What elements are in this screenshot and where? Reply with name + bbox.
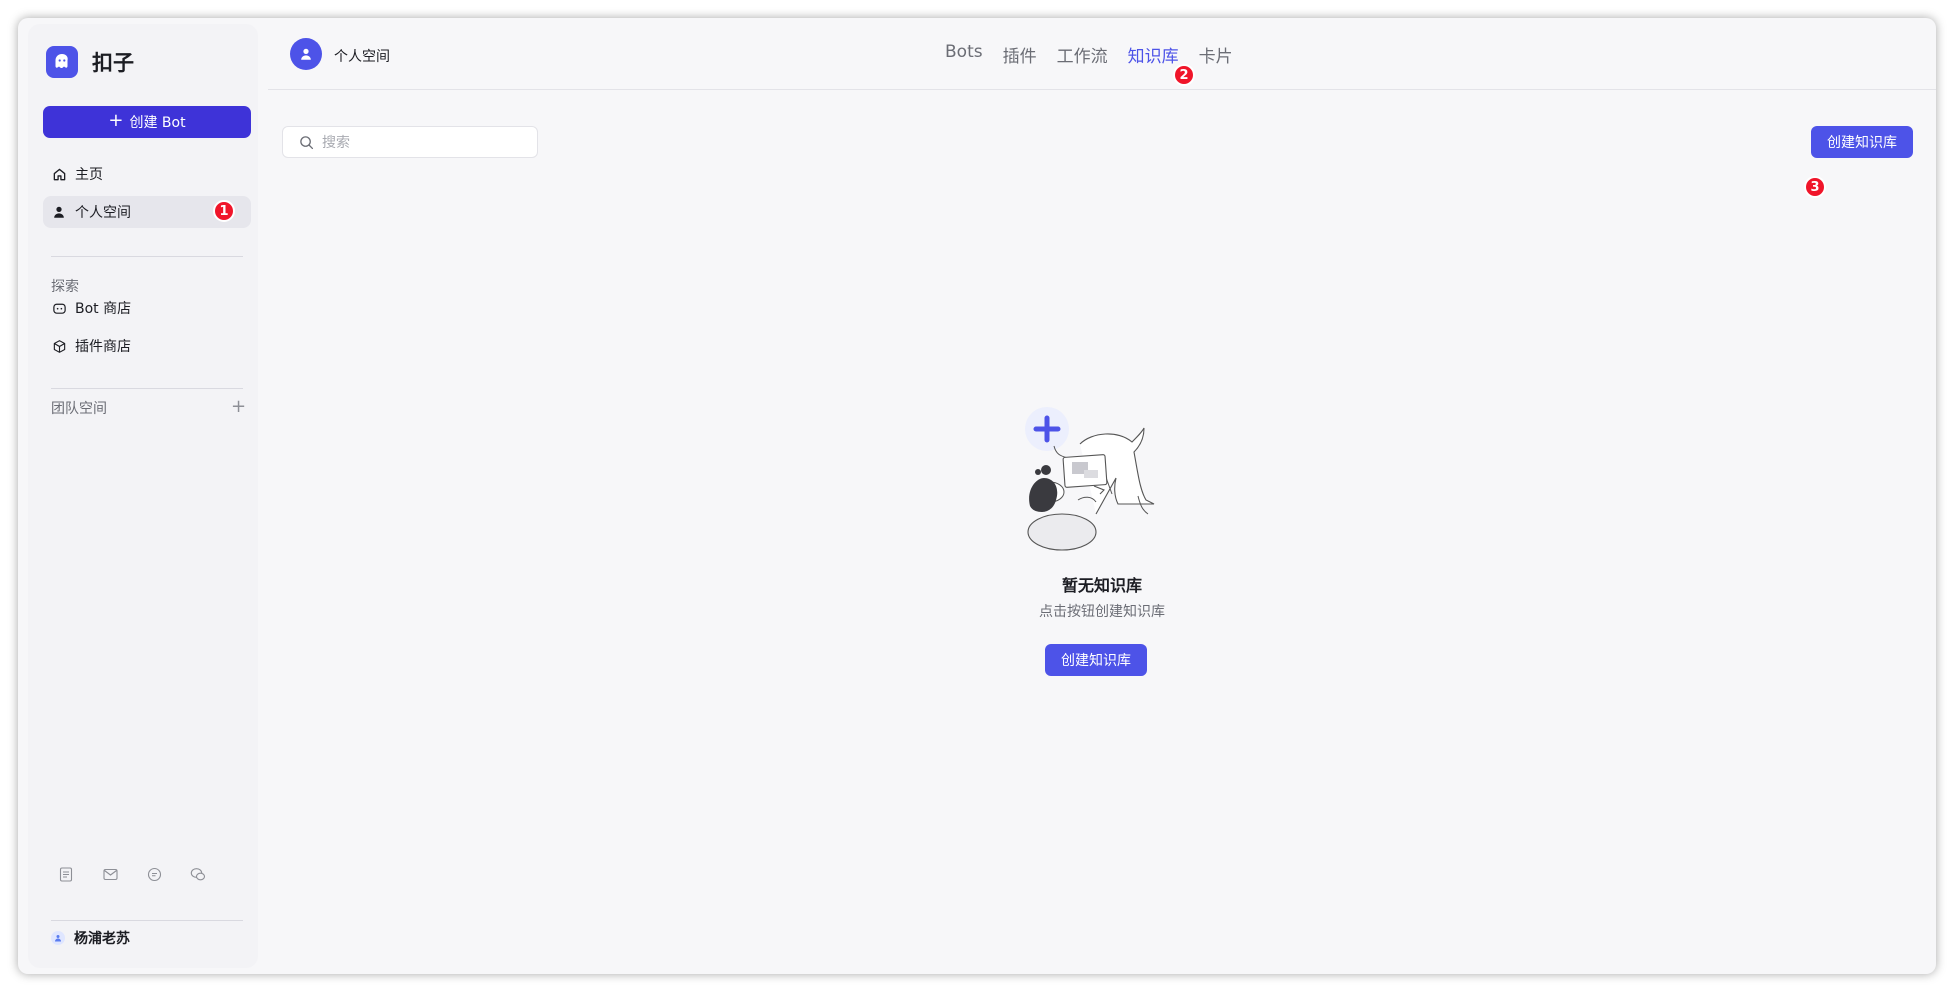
empty-state-title: 暂无知识库 [1061,576,1142,595]
sidebar-item-label: 个人空间 [75,205,131,221]
tab-plugins[interactable]: 插件 [1003,42,1037,67]
sidebar-divider [51,256,243,257]
sidebar-divider [51,920,243,921]
document-icon[interactable] [58,866,74,882]
tab-workflow[interactable]: 工作流 [1057,42,1108,67]
wechat-icon[interactable] [190,866,206,882]
sidebar-divider [51,388,243,389]
coze-logo-icon [46,46,78,78]
sidebar-item-plugin-store[interactable]: 插件商店 [43,330,251,362]
user-name: 杨浦老苏 [74,931,130,947]
space-tabs: Bots 插件 工作流 知识库 卡片 [945,42,1233,67]
sidebar: 扣子 + 创建 Bot 主页 个人空间 1 探索 Bot 商店 插件商店 团队空… [28,24,258,968]
home-icon [51,166,67,182]
app-window: 扣子 + 创建 Bot 主页 个人空间 1 探索 Bot 商店 插件商店 团队空… [18,18,1936,974]
sidebar-item-home[interactable]: 主页 [43,158,251,190]
bot-icon [51,300,67,316]
empty-state-create-button[interactable]: 创建知识库 [1045,644,1147,676]
user-icon [51,204,67,220]
sidebar-item-label: Bot 商店 [75,301,132,317]
empty-state-subtitle: 点击按钮创建知识库 [1039,604,1165,620]
search-icon [299,135,314,150]
annotation-badge-2: 2 [1173,64,1195,86]
create-bot-button[interactable]: + 创建 Bot [43,106,251,138]
add-team-icon[interactable]: + [231,396,246,417]
create-knowledge-base-button[interactable]: 创建知识库 [1811,126,1913,158]
mail-icon[interactable] [102,866,118,882]
plus-icon: + [108,110,124,131]
sidebar-item-label: 主页 [75,167,103,183]
app-name: 扣子 [92,51,134,75]
create-bot-label: 创建 Bot [129,115,186,131]
space-name[interactable]: 个人空间 [334,46,390,66]
cube-icon [51,338,67,354]
sidebar-item-bot-store[interactable]: Bot 商店 [43,292,251,324]
search-placeholder: 搜索 [322,135,350,151]
user-profile[interactable]: 杨浦老苏 [51,928,130,948]
annotation-badge-3: 3 [1804,176,1826,198]
avatar [51,931,65,945]
top-header: 个人空间 Bots 插件 工作流 知识库 卡片 2 [268,18,1936,90]
sidebar-item-label: 插件商店 [75,339,131,355]
chat-icon[interactable] [146,866,162,882]
tab-knowledge[interactable]: 知识库 [1128,42,1179,67]
space-avatar-icon[interactable] [290,38,322,70]
logo[interactable]: 扣子 [46,46,134,78]
empty-state-illustration [1025,407,1155,551]
sidebar-footer-icons [58,866,206,882]
team-space-heading: 团队空间 [51,401,107,417]
search-input[interactable]: 搜索 [282,126,538,158]
annotation-badge-1: 1 [213,200,235,222]
tab-cards[interactable]: 卡片 [1199,42,1233,67]
tab-bots[interactable]: Bots [945,42,983,67]
